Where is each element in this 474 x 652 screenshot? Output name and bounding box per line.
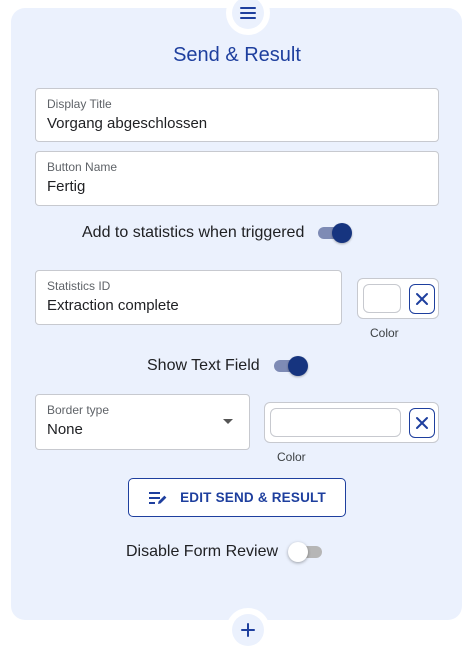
edit-send-result-label: EDIT SEND & RESULT <box>180 490 326 505</box>
statistics-id-field[interactable]: Statistics ID Extraction complete <box>35 270 342 325</box>
close-icon <box>416 417 428 429</box>
chevron-down-icon <box>223 419 233 424</box>
statistics-color-swatch[interactable] <box>363 284 401 313</box>
statistics-toggle-label: Add to statistics when triggered <box>82 224 305 241</box>
text-field-toggle-switch[interactable] <box>270 354 308 378</box>
edit-list-icon <box>149 491 167 504</box>
button-name-label: Button Name <box>47 160 118 174</box>
border-color-clear-button[interactable] <box>409 408 435 438</box>
border-type-select[interactable]: Border type None <box>35 394 250 450</box>
form-review-toggle-switch[interactable] <box>288 540 326 564</box>
statistics-color-caption: Color <box>370 326 399 340</box>
menu-icon <box>240 7 256 19</box>
statistics-id-value[interactable]: Extraction complete <box>47 297 330 315</box>
button-name-field[interactable]: Button Name Fertig <box>35 151 439 206</box>
statistics-id-label: Statistics ID <box>47 279 111 293</box>
form-review-toggle-label: Disable Form Review <box>126 543 279 560</box>
display-title-value[interactable]: Vorgang abgeschlossen <box>47 115 427 133</box>
statistics-toggle-switch[interactable] <box>314 221 353 245</box>
edit-send-result-button[interactable]: EDIT SEND & RESULT <box>128 478 346 517</box>
statistics-toggle-row: Add to statistics when triggered <box>82 221 353 245</box>
border-type-value: None <box>47 421 83 438</box>
border-color-caption: Color <box>277 450 306 464</box>
menu-button[interactable] <box>226 0 270 35</box>
panel-title: Send & Result <box>173 44 301 66</box>
display-title-label: Display Title <box>47 97 112 111</box>
text-field-toggle-label: Show Text Field <box>147 357 260 374</box>
add-button[interactable] <box>226 608 270 652</box>
border-type-label: Border type <box>47 403 110 417</box>
form-review-toggle-row: Disable Form Review <box>126 540 326 564</box>
close-icon <box>416 293 428 305</box>
border-color-picker <box>264 402 439 443</box>
text-field-toggle-row: Show Text Field <box>147 354 308 378</box>
display-title-field[interactable]: Display Title Vorgang abgeschlossen <box>35 88 439 142</box>
border-color-swatch[interactable] <box>270 408 401 437</box>
statistics-color-picker <box>357 278 439 319</box>
button-name-value[interactable]: Fertig <box>47 178 427 196</box>
statistics-color-clear-button[interactable] <box>409 284 435 314</box>
